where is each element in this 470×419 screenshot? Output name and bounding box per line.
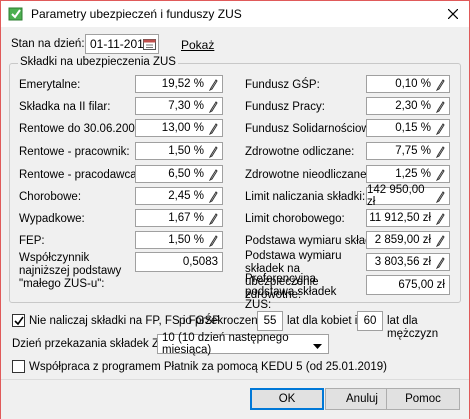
pencil-icon[interactable] (207, 234, 219, 247)
field-emerytalne[interactable]: 19,52 % (135, 75, 223, 93)
label-rentowe-pracownik: Rentowe - pracownik: (19, 146, 130, 158)
field-chorobowe[interactable]: 2,45 % (135, 187, 223, 205)
value-wypadkowe: 1,67 % (168, 212, 204, 224)
value-chorobowe: 2,45 % (168, 190, 204, 202)
date-input[interactable]: 01-11-2019 (85, 34, 159, 54)
field-fundusz-solidarnosciowy[interactable]: 0,15 % (366, 119, 450, 137)
field-podstawa-zdrowotne[interactable]: 3 803,56 zł (366, 253, 450, 271)
pencil-icon[interactable] (207, 190, 219, 203)
value-fundusz-solidarnosciowy: 0,15 % (395, 122, 431, 134)
value-podstawa-zdrowotne: 3 803,56 zł (374, 256, 431, 268)
pencil-icon[interactable] (434, 168, 446, 181)
transfer-day-label: Dzień przekazania składek ZUS: (12, 338, 179, 350)
ok-button[interactable]: OK (250, 388, 324, 410)
label-chorobowe: Chorobowe: (19, 191, 82, 203)
help-button[interactable]: Pomoc (386, 388, 460, 410)
title-bar: Parametry ubezpieczeń i funduszy ZUS (1, 1, 469, 27)
pencil-icon[interactable] (434, 122, 446, 135)
value-preferencyjna: 675,00 zł (398, 279, 445, 291)
app-icon (8, 6, 24, 22)
field-fundusz-pracy[interactable]: 2,30 % (366, 97, 450, 115)
value-limit-naliczania: 142 950,00 zł (367, 184, 425, 208)
no-contrib-checkbox[interactable] (12, 314, 25, 327)
pencil-icon[interactable] (207, 168, 219, 181)
field-zdrowotne-nieodliczane[interactable]: 1,25 % (366, 165, 450, 183)
field-limit-chorobowego[interactable]: 11 912,50 zł (366, 209, 450, 227)
dialog-window: Parametry ubezpieczeń i funduszy ZUS Sta… (0, 0, 470, 419)
pencil-icon[interactable] (434, 256, 446, 269)
label-preferencyjna: Preferencyjna podstawa składek ZUS: (245, 273, 337, 311)
value-fep: 1,50 % (168, 234, 204, 246)
pencil-icon[interactable] (434, 145, 446, 158)
label-rentowe-pracodawca: Rentowe - pracodawca: (19, 169, 140, 181)
field-limit-naliczania[interactable]: 142 950,00 zł (366, 184, 450, 208)
label-wspolczynnik: Współczynnik najniższej podstawy "małego… (19, 252, 122, 290)
pencil-icon[interactable] (434, 100, 446, 113)
label-zdrowotne-odliczane: Zdrowotne odliczane: (245, 146, 355, 158)
value-podstawa-wymiaru: 2 859,00 zł (374, 234, 431, 246)
date-label: Stan na dzień: (11, 38, 85, 50)
group-title: Składki na ubezpieczenia ZUS (18, 56, 178, 68)
label-limit-chorobowego: Limit chorobowego: (245, 213, 345, 225)
pencil-icon[interactable] (207, 78, 219, 91)
field-preferencyjna[interactable]: 675,00 zł (366, 275, 450, 295)
kedu-checkbox[interactable] (12, 360, 25, 373)
label-zdrowotne-nieodliczane: Zdrowotne nieodliczane: (245, 169, 370, 181)
men-age-input[interactable]: 60 (357, 311, 383, 331)
pencil-icon[interactable] (207, 122, 219, 135)
transfer-day-select[interactable]: 10 (10 dzień następnego miesiąca) (157, 332, 329, 356)
value-fundusz-pracy: 2,30 % (395, 100, 431, 112)
label-fundusz-pracy: Fundusz Pracy: (245, 101, 325, 113)
label-emerytalne: Emerytalne: (19, 79, 81, 91)
window-title: Parametry ubezpieczeń i funduszy ZUS (31, 7, 242, 21)
value-fgsp: 0,10 % (395, 78, 431, 90)
transfer-day-value: 10 (10 dzień następnego miesiąca) (162, 332, 289, 356)
label-wypadkowe: Wypadkowe: (19, 213, 85, 225)
label-fundusz-solidarnosciowy: Fundusz Solidarnościowy (245, 123, 376, 135)
field-rentowe-pracownik[interactable]: 1,50 % (135, 142, 223, 160)
pencil-icon[interactable] (207, 212, 219, 225)
field-rentowe-2007[interactable]: 13,00 % (135, 119, 223, 137)
label-fep: FEP: (19, 235, 45, 247)
field-rentowe-pracodawca[interactable]: 6,50 % (135, 165, 223, 183)
label-ii-filar: Składka na II filar: (19, 101, 111, 113)
pencil-icon[interactable] (207, 100, 219, 113)
value-zdrowotne-nieodliczane: 1,25 % (395, 168, 431, 180)
value-limit-chorobowego: 11 912,50 zł (369, 212, 431, 224)
value-emerytalne: 19,52 % (161, 78, 204, 90)
men-suffix: lat dla mężczyzn (387, 315, 439, 340)
field-zdrowotne-odliczane[interactable]: 7,75 % (366, 142, 450, 160)
threshold-label: po przekroczeniu (179, 315, 267, 327)
value-zdrowotne-odliczane: 7,75 % (395, 145, 431, 157)
pencil-icon[interactable] (207, 145, 219, 158)
field-fgsp[interactable]: 0,10 % (366, 75, 450, 93)
women-age-input[interactable]: 55 (257, 311, 283, 331)
field-ii-filar[interactable]: 7,30 % (135, 97, 223, 115)
close-icon[interactable] (443, 5, 463, 23)
pencil-icon[interactable] (434, 190, 446, 203)
field-podstawa-wymiaru[interactable]: 2 859,00 zł (366, 231, 450, 249)
show-link[interactable]: Pokaż (181, 38, 214, 52)
women-suffix: lat dla kobiet i (287, 315, 358, 327)
calendar-icon[interactable] (142, 37, 156, 51)
pencil-icon[interactable] (434, 234, 446, 247)
value-ii-filar: 7,30 % (168, 100, 204, 112)
field-wspolczynnik[interactable]: 0,5083 (135, 252, 223, 272)
chevron-down-icon[interactable] (313, 341, 322, 353)
label-limit-naliczania: Limit naliczania składki: (245, 191, 366, 203)
label-fgsp: Fundusz GŚP: (245, 79, 320, 91)
pencil-icon[interactable] (434, 212, 446, 225)
value-rentowe-pracodawca: 6,50 % (168, 168, 204, 180)
value-rentowe-pracownik: 1,50 % (168, 145, 204, 157)
value-wspolczynnik: 0,5083 (182, 256, 218, 268)
field-fep[interactable]: 1,50 % (135, 231, 223, 249)
kedu-label[interactable]: Współpraca z programem Płatnik za pomocą… (29, 361, 387, 374)
value-rentowe-2007: 13,00 % (161, 122, 204, 134)
field-wypadkowe[interactable]: 1,67 % (135, 209, 223, 227)
label-rentowe-2007: Rentowe do 30.06.2007: (19, 123, 145, 135)
pencil-icon[interactable] (434, 78, 446, 91)
